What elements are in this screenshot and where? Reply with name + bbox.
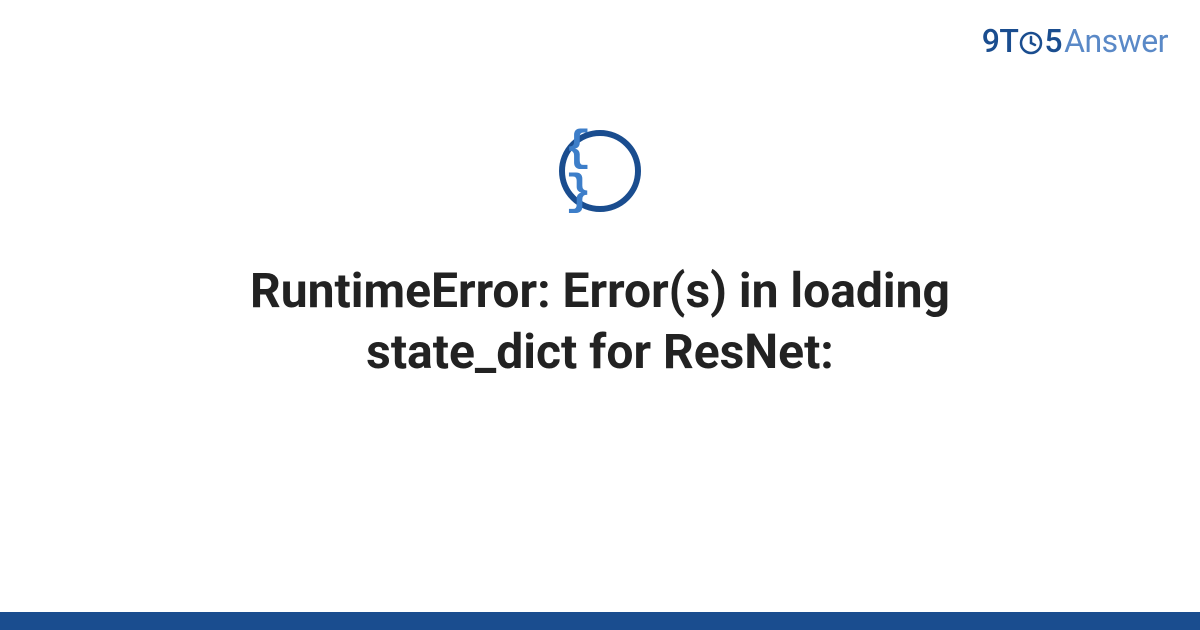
clock-icon xyxy=(1019,31,1043,55)
footer-bar xyxy=(0,612,1200,630)
site-logo: 9 T 5 Answer xyxy=(982,22,1168,60)
logo-five: 5 xyxy=(1044,22,1062,60)
logo-answer: Answer xyxy=(1064,22,1168,60)
main-content: { } RuntimeError: Error(s) in loading st… xyxy=(0,130,1200,383)
braces-glyph: { } xyxy=(565,127,635,215)
code-braces-icon: { } xyxy=(559,130,641,212)
page-title: RuntimeError: Error(s) in loading state_… xyxy=(100,260,1100,383)
logo-nine: 9 xyxy=(982,22,1000,60)
logo-t: T xyxy=(999,22,1018,60)
